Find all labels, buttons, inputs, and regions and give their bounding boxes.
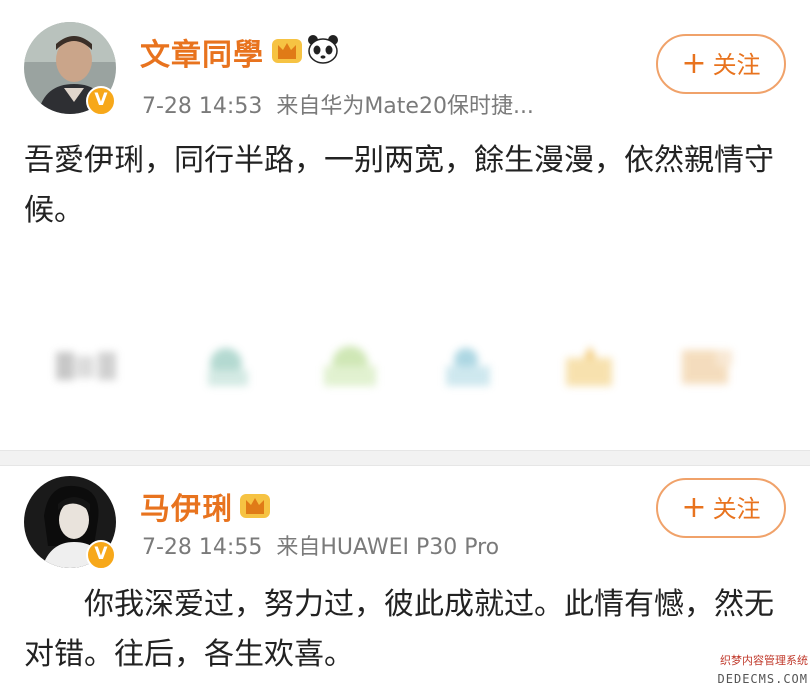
blurred-action-icons: [0, 328, 810, 408]
post-text: 你我深爱过，努力过，彼此成就过。此情有憾，然无对错。往后，各生欢喜。: [24, 580, 784, 680]
username[interactable]: 马伊琍: [140, 484, 233, 528]
weibo-post-1: V 文章同學 7-28 14:53 来自华为Mate20保时捷... + 关注 吾愛…: [0, 0, 810, 450]
post-text-content: 你我深爱过，努力过，彼此成就过。此情有憾，然无对错。往后，各生欢喜。: [24, 587, 774, 672]
plus-icon: +: [681, 490, 707, 525]
blurred-icon: [446, 348, 490, 386]
post-time: 7-28 14:53: [142, 94, 263, 119]
follow-label: 关注: [712, 495, 761, 523]
watermark-line-1: 织梦内容管理系统: [720, 654, 808, 667]
post-meta: 7-28 14:53 来自华为Mate20保时捷...: [142, 88, 534, 120]
post-source[interactable]: 来自华为Mate20保时捷...: [276, 94, 534, 119]
blurred-icon: [324, 346, 376, 386]
verified-badge: V: [86, 540, 116, 570]
panda-icon: [308, 35, 338, 64]
watermark: 织梦内容管理系统 DEDECMS.COM: [700, 652, 808, 692]
crown-vip-icon: [272, 39, 302, 63]
username[interactable]: 文章同學: [140, 30, 264, 74]
post-time: 7-28 14:55: [142, 535, 263, 560]
post-text: 吾愛伊琍，同行半路，一别两宽，餘生漫漫，依然親情守候。: [24, 143, 774, 228]
post-meta: 7-28 14:55 来自HUAWEI P30 Pro: [142, 529, 499, 561]
follow-label: 关注: [712, 51, 761, 79]
post-source[interactable]: 来自HUAWEI P30 Pro: [276, 535, 499, 560]
blurred-icon: [566, 346, 612, 386]
blurred-icon: [682, 350, 732, 384]
blurred-icon: [56, 352, 116, 380]
watermark-line-2: DEDECMS.COM: [717, 672, 808, 686]
weibo-post-2: V 马伊琍 7-28 14:55 来自HUAWEI P30 Pro + 关注 你我深…: [0, 466, 810, 694]
crown-vip-icon: [240, 494, 270, 518]
follow-button[interactable]: + 关注: [656, 478, 786, 538]
blurred-icon: [208, 348, 248, 386]
verified-badge: V: [86, 86, 116, 116]
plus-icon: +: [681, 46, 707, 81]
follow-button[interactable]: + 关注: [656, 34, 786, 94]
post-separator: [0, 450, 810, 466]
